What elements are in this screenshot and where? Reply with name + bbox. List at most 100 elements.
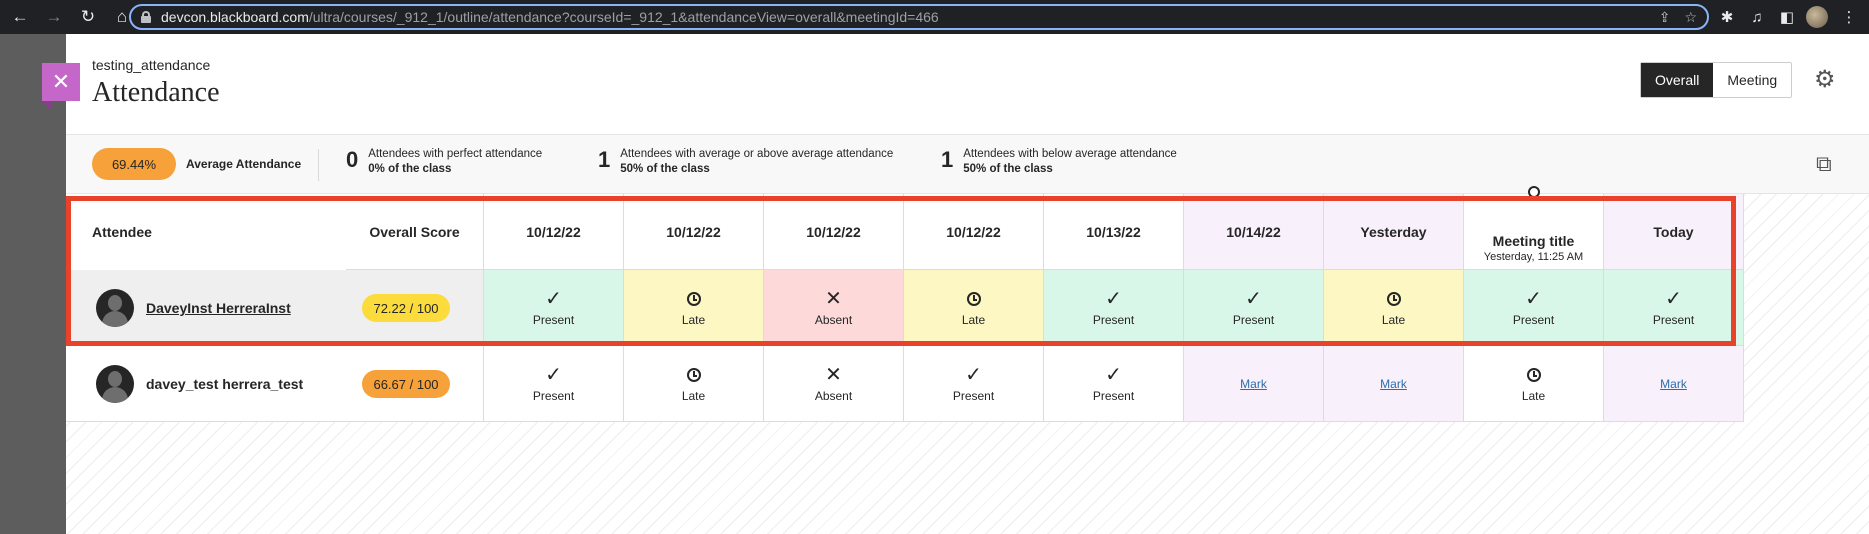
attendance-status-label: Late — [681, 312, 706, 327]
check-icon: ✓ — [545, 287, 562, 310]
address-bar[interactable]: devcon.blackboard.com /ultra/courses/_91… — [129, 4, 1709, 30]
mark-attendance-link[interactable]: Mark — [1380, 377, 1407, 391]
session-column-header[interactable]: Today — [1604, 194, 1744, 270]
browser-toolbar: ← → ↻ ⌂ devcon.blackboard.com /ultra/cou… — [0, 0, 1869, 34]
attendance-status-label: Late — [681, 388, 706, 403]
check-icon: ✓ — [1525, 287, 1542, 310]
avatar — [96, 289, 134, 327]
attendance-cell[interactable]: ✓ Present — [904, 346, 1044, 422]
score-badge: 66.67 / 100 — [362, 370, 450, 398]
attendance-cell[interactable]: ✕ Absent — [764, 270, 904, 346]
session-date-label: 10/12/22 — [806, 223, 861, 240]
session-date-label: 10/12/22 — [946, 223, 1001, 240]
stat-percent: 0% of the class — [368, 163, 452, 175]
attendance-cell[interactable]: Mark — [1324, 346, 1464, 422]
session-date-label: Meeting title — [1492, 233, 1575, 249]
stat-number: 0 — [346, 147, 359, 172]
attendance-cell[interactable]: ✓ Present — [1464, 270, 1604, 346]
session-column-header[interactable]: 10/12/22 — [484, 194, 624, 270]
bookmark-star-icon[interactable]: ☆ — [1684, 9, 1697, 26]
stat-above-average: 1 Attendees with average or above averag… — [598, 147, 893, 177]
clock-icon — [966, 291, 981, 306]
attendance-status-label: Absent — [814, 388, 853, 403]
table-header-row: Attendee Overall Score 10/12/22 10/12/22 10/… — [66, 186, 1744, 270]
attendance-cell[interactable]: ✓ Present — [1044, 346, 1184, 422]
mark-attendance-link[interactable]: Mark — [1240, 377, 1267, 391]
settings-gear-icon[interactable]: ⚙ — [1814, 68, 1838, 92]
session-column-header[interactable]: 10/14/22 — [1184, 194, 1324, 270]
student-name: davey_test herrera_test — [146, 376, 304, 392]
course-name: testing_attendance — [92, 57, 211, 73]
session-column-header[interactable]: 10/12/22 — [624, 194, 764, 270]
page-title: Attendance — [92, 77, 220, 108]
attendance-cell[interactable]: Late — [904, 270, 1044, 346]
check-icon: ✓ — [1665, 287, 1682, 310]
clock-icon — [686, 367, 701, 382]
check-icon: ✓ — [965, 363, 982, 386]
view-toggle: Overall Meeting — [1640, 62, 1793, 98]
meeting-view-button[interactable]: Meeting — [1713, 63, 1792, 97]
stat-label: Attendees with average or above average … — [620, 148, 894, 160]
overall-view-button[interactable]: Overall — [1641, 63, 1714, 97]
attendance-status-label: Late — [1521, 388, 1546, 403]
attendance-cell[interactable]: ✓ Present — [1184, 270, 1324, 346]
session-date-label: 10/12/22 — [526, 223, 581, 240]
attendee-cell: DaveyInst HerreraInst 72.22 / 100 — [66, 270, 484, 346]
back-icon[interactable]: ← — [6, 3, 34, 31]
stat-perfect: 0 Attendees with perfect attendance 0% of… — [346, 147, 542, 177]
extensions-icon[interactable]: ✱ — [1714, 4, 1740, 30]
attendance-cell[interactable]: Mark — [1184, 346, 1324, 422]
attendance-cell[interactable]: Late — [1324, 270, 1464, 346]
share-icon[interactable]: ⇪ — [1659, 9, 1671, 26]
attendance-cell[interactable]: Late — [624, 346, 764, 422]
session-column-header[interactable]: Yesterday — [1324, 194, 1464, 270]
attendance-status-label: Late — [1381, 312, 1406, 327]
browser-menu-icon[interactable]: ⋮ — [1836, 4, 1862, 30]
open-new-window-icon[interactable]: ⧉ — [1816, 153, 1838, 175]
score-column-header: Overall Score — [346, 194, 484, 270]
forward-icon[interactable]: → — [40, 3, 68, 31]
average-attendance-label: Average Attendance — [186, 157, 302, 171]
stat-label: Attendees with perfect attendance — [368, 148, 543, 160]
media-queue-icon[interactable]: ♫ — [1744, 4, 1770, 30]
clock-icon — [686, 291, 701, 306]
student-name[interactable]: DaveyInst HerreraInst — [146, 270, 291, 346]
attendance-cell[interactable]: ✓ Present — [484, 270, 624, 346]
average-attendance-badge: 69.44% — [92, 148, 176, 180]
attendance-status-label: Present — [532, 388, 575, 403]
attendance-cell[interactable]: ✕ Absent — [764, 346, 904, 422]
url-path: /ultra/courses/_912_1/outline/attendance… — [308, 9, 939, 25]
table-row: davey_test herrera_test 66.67 / 100 ✓ Prese… — [66, 346, 1744, 422]
close-icon[interactable]: ✕ — [42, 63, 80, 111]
session-column-header[interactable]: Meeting title Yesterday, 11:25 AM — [1464, 186, 1604, 270]
clock-icon — [1526, 367, 1541, 382]
attendance-cell[interactable]: ✓ Present — [484, 346, 624, 422]
attendance-cell[interactable]: ✓ Present — [1044, 270, 1184, 346]
attendance-cell[interactable]: Mark — [1604, 346, 1744, 422]
session-column-header[interactable]: 10/12/22 — [764, 194, 904, 270]
attendance-status-label: Present — [1232, 312, 1275, 327]
attendee-column-header: Attendee — [92, 224, 152, 240]
attendance-cell[interactable]: Late — [1464, 346, 1604, 422]
attendance-status-label: Late — [961, 312, 986, 327]
attendance-cell[interactable]: Late — [624, 270, 764, 346]
reload-icon[interactable]: ↻ — [74, 3, 102, 31]
session-column-header[interactable]: 10/13/22 — [1044, 194, 1184, 270]
session-date-label: 10/13/22 — [1086, 223, 1141, 240]
stat-number: 1 — [598, 147, 611, 172]
lock-icon — [141, 11, 151, 23]
meeting-time-label: Yesterday, 11:25 AM — [1483, 251, 1584, 263]
side-panel-icon[interactable]: ◧ — [1774, 4, 1800, 30]
clock-icon — [1386, 291, 1401, 306]
stat-percent: 50% of the class — [620, 163, 710, 175]
attendance-status-label: Present — [1092, 312, 1135, 327]
check-icon: ✓ — [1105, 363, 1122, 386]
session-column-header[interactable]: 10/12/22 — [904, 194, 1044, 270]
mark-attendance-link[interactable]: Mark — [1660, 377, 1687, 391]
stat-label: Attendees with below average attendance — [963, 148, 1177, 160]
profile-avatar[interactable] — [1804, 4, 1830, 30]
attendance-cell[interactable]: ✓ Present — [1604, 270, 1744, 346]
table-row: DaveyInst HerreraInst 72.22 / 100 ✓ Present… — [66, 270, 1744, 346]
check-icon: ✓ — [1245, 287, 1262, 310]
attendance-status-label: Present — [1512, 312, 1555, 327]
